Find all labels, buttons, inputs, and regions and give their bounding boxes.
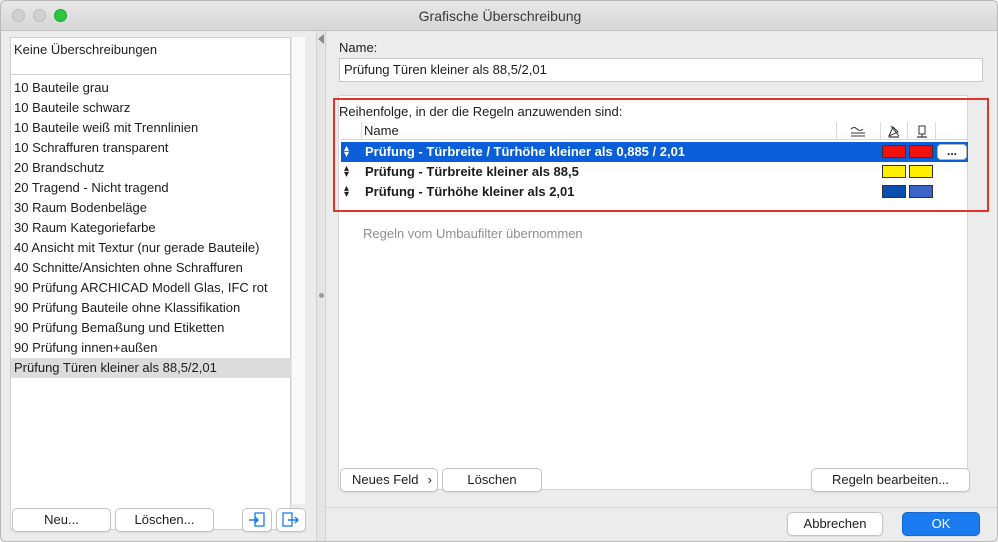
export-icon [282,512,299,527]
import-button[interactable] [242,508,272,532]
new-field-label: Neues Feld [352,472,419,487]
new-field-button[interactable]: Neues Feld › [340,468,438,492]
list-item[interactable]: 90 Prüfung Bauteile ohne Klassifikation [11,298,291,318]
list-item[interactable]: 30 Raum Kategoriefarbe [11,218,291,238]
title-bar: Grafische Überschreibung [1,1,997,31]
override-detail-pane: Name: Prüfung Türen kleiner als 88,5/2,0… [326,31,997,541]
new-override-button[interactable]: Neu... [12,508,111,532]
name-field[interactable]: Prüfung Türen kleiner als 88,5/2,01 [339,58,983,82]
list-item-selected[interactable]: Prüfung Türen kleiner als 88,5/2,01 [11,358,291,378]
list-item[interactable]: 40 Schnitte/Ansichten ohne Schraffuren [11,258,291,278]
dialog-window: Grafische Überschreibung Keine Überschre… [0,0,998,542]
delete-override-button[interactable]: Löschen... [115,508,214,532]
name-label: Name: [339,40,378,55]
list-item[interactable]: 30 Raum Bodenbeläge [11,198,291,218]
list-item[interactable]: 10 Bauteile weiß mit Trennlinien [11,118,291,138]
collapse-arrow-icon[interactable] [318,34,324,44]
list-item[interactable]: 40 Ansicht mit Textur (nur gerade Bautei… [11,238,291,258]
pane-splitter[interactable] [316,31,326,541]
list-item[interactable]: 20 Brandschutz [11,158,291,178]
list-item[interactable]: 10 Bauteile grau [11,78,291,98]
ok-button[interactable]: OK [902,512,980,536]
delete-rule-button[interactable]: Löschen [442,468,542,492]
override-list[interactable]: Keine Überschreibungen 10 Bauteile grau … [10,37,291,530]
list-divider [11,74,291,75]
list-item[interactable]: 90 Prüfung ARCHICAD Modell Glas, IFC rot [11,278,291,298]
list-item[interactable]: 10 Bauteile schwarz [11,98,291,118]
override-list-pane: Keine Überschreibungen 10 Bauteile grau … [1,31,316,541]
cancel-button[interactable]: Abbrechen [787,512,883,536]
list-item[interactable]: 90 Prüfung innen+außen [11,338,291,358]
highlight-annotation-box [333,98,989,212]
list-item[interactable]: 90 Prüfung Bemaßung und Etiketten [11,318,291,338]
list-scrollbar[interactable] [291,37,305,504]
edit-rules-button[interactable]: Regeln bearbeiten... [811,468,970,492]
list-item-no-overrides[interactable]: Keine Überschreibungen [11,40,291,60]
list-item[interactable]: 20 Tragend - Nicht tragend [11,178,291,198]
footer-divider [326,507,997,508]
import-icon [249,512,265,527]
export-button[interactable] [276,508,306,532]
splitter-handle-icon[interactable] [319,293,324,298]
list-item[interactable]: 10 Schraffuren transparent [11,138,291,158]
inherited-rules-note: Regeln vom Umbaufilter übernommen [363,226,583,241]
window-title: Grafische Überschreibung [418,8,582,24]
chevron-right-icon: › [427,472,432,487]
